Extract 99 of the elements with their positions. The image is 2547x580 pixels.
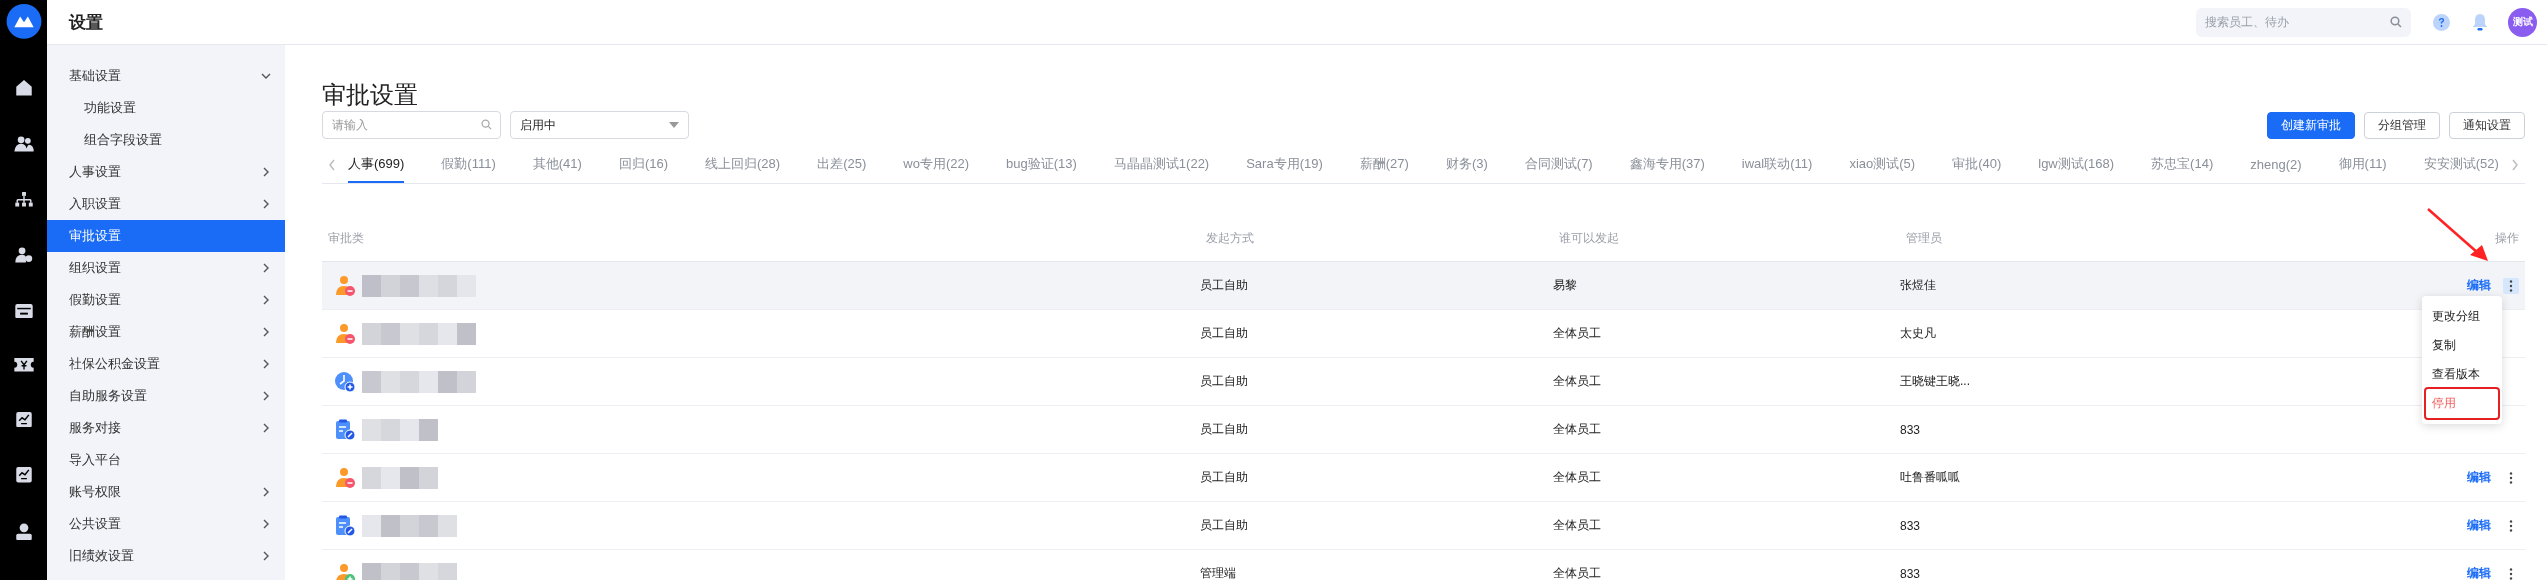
chevron-right-icon [261,199,271,209]
annotation-arrow [2426,207,2490,263]
sidebar-item[interactable]: 导入平台 [47,444,285,476]
table-cell-text: 员工自助 [1200,421,1249,438]
search-field[interactable]: 搜索员工、待办 [2196,7,2411,37]
edit-link[interactable]: 编辑 [2467,277,2491,294]
tab[interactable]: 线上回归(28) [705,147,781,183]
search-icon[interactable] [2390,16,2402,28]
tab[interactable]: 回归(16) [618,147,669,183]
column-header: 审批类 [327,229,365,247]
chevron-right-icon [261,167,271,177]
edit-link[interactable]: 编辑 [2467,565,2491,580]
table-cell-text: 员工自助 [1200,517,1249,534]
sidebar-item[interactable]: 薪酬设置 [47,316,285,348]
sidebar-item[interactable]: 公共设置 [47,508,285,540]
column-header: 谁可以发起 [1558,229,1620,247]
money-ticket-icon[interactable] [13,358,34,372]
table-row[interactable]: 员工自助 全体员工 吐鲁番呱呱 编辑 [322,454,2525,502]
calendar-icon[interactable] [14,302,33,319]
sidebar-item[interactable]: 审批设置 [47,220,285,252]
sidebar-item[interactable]: 人事设置 [47,156,285,188]
table-cell-text: 员工自助 [1200,277,1249,294]
edit-link[interactable]: 编辑 [2467,469,2491,486]
table-row[interactable]: 员工自助 全体员工 833 编辑 [322,502,2525,550]
tab[interactable]: 假勤(111) [441,147,496,183]
toolbar-button[interactable]: 分组管理 [2364,111,2440,139]
edit-link[interactable]: 编辑 [2467,517,2491,534]
chart-icon[interactable] [15,411,32,428]
chevron-right-icon [261,359,271,369]
menu-item[interactable]: 查看版本 [2426,360,2498,389]
sidebar-subitem[interactable]: 功能设置 [47,92,285,124]
table-cell-text: 全体员工 [1553,325,1602,342]
column-header: 操作 [2494,229,2520,247]
create-button[interactable]: 创建新审批 [2267,111,2355,139]
person-icon[interactable] [14,522,33,540]
table-row[interactable]: 管理端 全体员工 833 编辑 [322,550,2525,580]
chevron-down-icon [261,71,271,81]
table-cell-text: 833 [1900,566,1922,580]
help-icon[interactable] [2433,13,2450,31]
chevron-right-icon [261,423,271,433]
sidebar-item[interactable]: 假勤设置 [47,284,285,316]
chevron-right-icon [261,391,271,401]
table-cell-text: 全体员工 [1553,373,1602,390]
logo-icon[interactable] [5,4,42,39]
chevron-right-icon [261,487,271,497]
search-field[interactable]: 请输入 [322,111,501,139]
sidebar-item[interactable]: 组织设置 [47,252,285,284]
sidebar-subitem[interactable]: 组合字段设置 [47,124,285,156]
clipboard-edit-icon [334,418,356,441]
page-title: 审批设置 [322,81,419,109]
more-icon[interactable] [2503,277,2519,294]
person-minus-icon [334,322,356,345]
table-cell-text: 王晓键王晓... [1900,373,1971,390]
bell-icon[interactable] [2472,13,2488,31]
clock-plus-icon [334,370,356,393]
table-cell-text: 833 [1900,422,1922,437]
caret-down-icon [669,122,679,128]
sidebar-item[interactable]: 服务对接 [47,412,285,444]
home-icon[interactable] [14,78,33,97]
menu-item[interactable]: 复制 [2426,331,2498,360]
chart-icon[interactable] [15,467,32,483]
sidebar-item[interactable]: 社保公积金设置 [47,348,285,380]
table-cell-text: 全体员工 [1553,421,1602,438]
status-select[interactable]: 启用中 [510,111,689,139]
sidebar-item[interactable]: 账号权限 [47,476,285,508]
chevron-right-icon [261,327,271,337]
sidebar-item[interactable]: 入职设置 [47,188,285,220]
toolbar-button[interactable]: 通知设置 [2449,111,2525,139]
table-cell-text: 员工自助 [1200,469,1249,486]
app-title: 设置 [69,11,103,34]
table-cell-text: 太史凡 [1900,325,1937,342]
table-cell-text: 员工自助 [1200,373,1249,390]
column-header: 发起方式 [1205,229,1255,247]
table-cell-text: 员工自助 [1200,325,1249,342]
table-cell-text: 易黎 [1553,277,1578,294]
person-add-icon[interactable] [14,247,33,263]
person-minus-icon [334,274,356,297]
column-header: 管理员 [1905,229,1943,247]
user-avatar[interactable]: 测试 [2508,7,2537,37]
people-icon[interactable] [13,136,34,152]
table-cell-text: 吐鲁番呱呱 [1900,469,1961,486]
table-cell-text: 张煜佳 [1900,277,1937,294]
tab[interactable]: 人事(699) [348,147,405,183]
sidebar-item[interactable]: 自助服务设置 [47,380,285,412]
org-chart-icon[interactable] [14,191,33,208]
sidebar-item[interactable]: 旧绩效设置 [47,540,285,572]
table-cell-text: 833 [1900,518,1922,533]
table-row[interactable]: 员工自助 易黎 张煜佳 编辑 [322,262,2525,310]
chevron-right-icon [261,295,271,305]
table-cell-text: 全体员工 [1553,517,1602,534]
chevron-right-icon [261,519,271,529]
clipboard-edit-icon [334,514,356,537]
table-cell-text: 全体员工 [1553,565,1602,580]
table-cell-text: 全体员工 [1553,469,1602,486]
chevron-right-icon [261,551,271,561]
person-minus-icon [334,466,356,489]
table-cell-text: 管理端 [1200,565,1237,580]
sidebar-item[interactable]: 基础设置 [47,60,285,92]
chevron-right-icon [261,263,271,273]
